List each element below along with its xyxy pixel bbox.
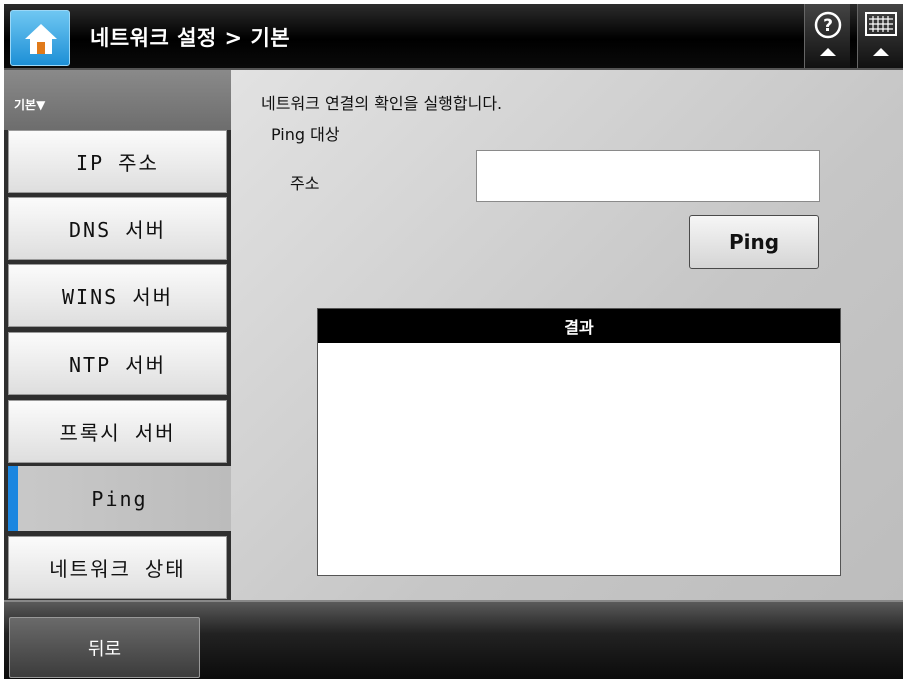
result-text xyxy=(318,343,840,355)
keyboard-icon xyxy=(865,12,897,56)
sidebar-header-label: 기본▼ xyxy=(14,98,46,112)
result-header: 결과 xyxy=(318,309,840,343)
footer-bar: 뒤로 xyxy=(4,600,903,679)
result-panel[interactable]: 결과 xyxy=(317,308,841,576)
sidebar-header[interactable]: 기본▼ xyxy=(4,70,231,130)
page-title: 네트워크 설정 > 기본 xyxy=(90,26,291,50)
home-icon xyxy=(25,24,57,54)
header-bar: 네트워크 설정 > 기본 ? xyxy=(4,4,903,70)
help-icon: ? xyxy=(814,11,842,56)
sidebar-item-ping[interactable]: Ping xyxy=(8,466,231,531)
sidebar-item-wins-server[interactable]: WINS 서버 xyxy=(8,264,227,327)
ping-target-label: Ping 대상 xyxy=(271,125,340,144)
sidebar-item-label: NTP 서버 xyxy=(69,353,166,377)
sidebar-item-label: 네트워크 상태 xyxy=(49,557,186,581)
main-content: 네트워크 연결의 확인을 실행합니다. Ping 대상 주소 Ping 결과 xyxy=(231,70,903,600)
sidebar-item-ntp-server[interactable]: NTP 서버 xyxy=(8,332,227,395)
address-input[interactable] xyxy=(476,150,820,202)
sidebar-item-dns-server[interactable]: DNS 서버 xyxy=(8,197,227,260)
sidebar: 기본▼ IP 주소 DNS 서버 WINS 서버 NTP 서버 프록시 서버 P… xyxy=(4,70,231,600)
sidebar-item-ip-address[interactable]: IP 주소 xyxy=(8,130,227,193)
help-button[interactable]: ? xyxy=(804,4,850,68)
page-description: 네트워크 연결의 확인을 실행합니다. xyxy=(261,94,503,113)
sidebar-item-label: WINS 서버 xyxy=(61,285,173,309)
sidebar-item-label: IP 주소 xyxy=(76,151,159,175)
active-indicator xyxy=(8,466,18,531)
home-button[interactable] xyxy=(10,10,70,66)
ping-button[interactable]: Ping xyxy=(689,215,819,269)
sidebar-item-label: 프록시 서버 xyxy=(59,421,176,445)
keyboard-button[interactable] xyxy=(857,4,903,68)
sidebar-item-label: DNS 서버 xyxy=(69,218,166,242)
sidebar-item-label: Ping xyxy=(91,486,148,511)
back-button[interactable]: 뒤로 xyxy=(9,617,200,678)
svg-text:?: ? xyxy=(823,16,833,36)
sidebar-item-proxy-server[interactable]: 프록시 서버 xyxy=(8,400,227,463)
app-window: 네트워크 설정 > 기본 ? 기본▼ IP 주소 DNS 서버 WINS 서버 … xyxy=(4,4,903,679)
address-label: 주소 xyxy=(290,174,320,193)
sidebar-item-network-status[interactable]: 네트워크 상태 xyxy=(8,536,227,599)
